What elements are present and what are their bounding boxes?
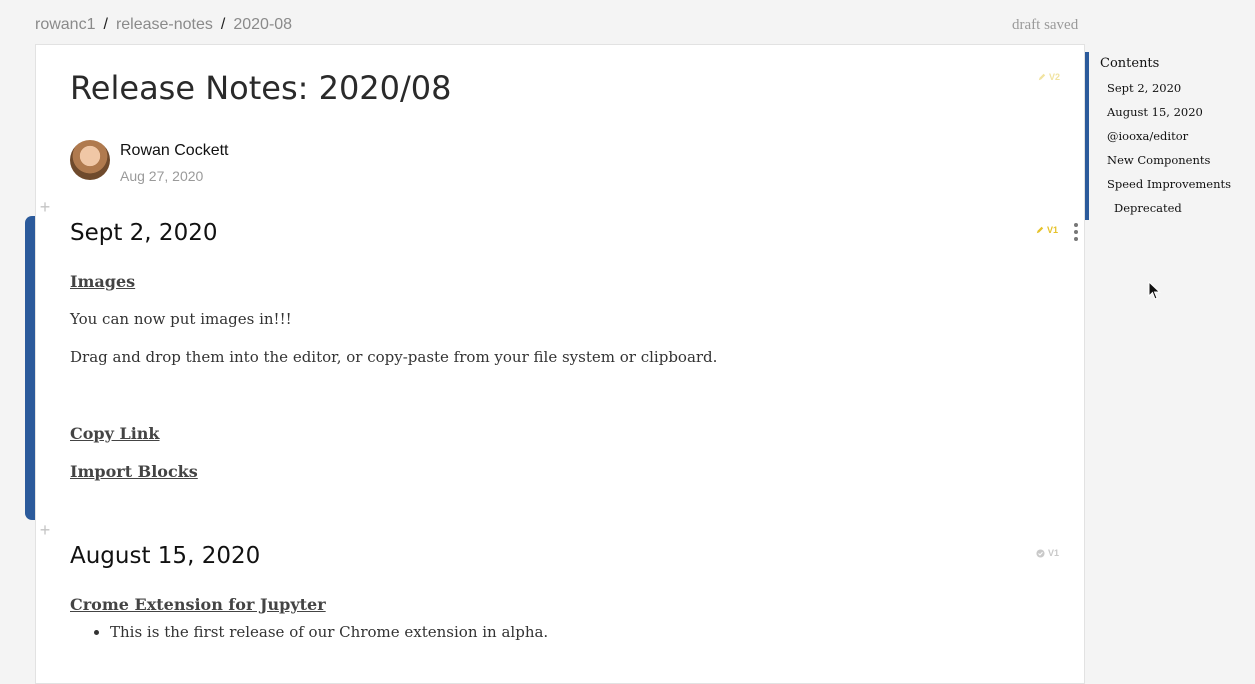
paragraph: Drag and drop them into the editor, or c… [70,348,718,366]
breadcrumb-user[interactable]: rowanc1 [35,16,95,34]
version-label: V1 [1047,225,1059,235]
page-title[interactable]: Release Notes: 2020/08 [70,69,452,107]
toc-title: Contents [1100,56,1160,71]
block-heading: August 15, 2020 [70,543,261,569]
content-block-sept-2[interactable]: Sept 2, 2020 Images You can now put imag… [70,220,1050,510]
check-circle-icon [1036,548,1045,558]
toc-item[interactable]: Deprecated [1114,201,1182,215]
section-link-import-blocks[interactable]: Import Blocks [70,462,198,481]
table-of-contents: Contents Sept 2, 2020 August 15, 2020 @i… [1085,52,1249,220]
section-link-copy-link[interactable]: Copy Link [70,424,160,443]
mouse-cursor-icon [1148,281,1161,300]
block-heading: Sept 2, 2020 [70,220,218,246]
add-block-plus-icon[interactable]: + [38,521,52,539]
content-block-august-15[interactable]: August 15, 2020 Crome Extension for Jupy… [70,543,1050,663]
title-version-badge[interactable]: V2 [1038,72,1060,82]
breadcrumb: rowanc1 / release-notes / 2020-08 [35,16,292,34]
section-link-images[interactable]: Images [70,272,135,291]
breadcrumb-folder[interactable]: release-notes [116,16,213,34]
author-avatar[interactable] [70,140,110,180]
breadcrumb-page[interactable]: 2020-08 [233,16,292,34]
toc-item[interactable]: @iooxa/editor [1107,129,1188,143]
pencil-icon [1036,226,1044,234]
block-version-badge[interactable]: V1 [1036,548,1059,558]
version-label: V1 [1048,548,1060,558]
breadcrumb-separator: / [103,16,108,33]
author-name: Rowan Cockett [120,142,229,159]
add-block-plus-icon[interactable]: + [38,198,52,216]
section-link-chrome-extension[interactable]: Crome Extension for Jupyter [70,595,326,614]
bullet-list: This is the first release of our Chrome … [70,623,548,641]
toc-item[interactable]: Sept 2, 2020 [1107,81,1181,95]
kebab-menu-icon[interactable] [1073,223,1079,241]
author-date: Aug 27, 2020 [120,168,204,184]
block-version-badge[interactable]: V1 [1036,225,1058,235]
breadcrumb-separator: / [220,16,226,33]
pencil-icon [1038,73,1046,81]
list-item: This is the first release of our Chrome … [110,623,548,641]
draft-status: draft saved [1012,17,1079,33]
paragraph: You can now put images in!!! [70,310,292,328]
version-label: V2 [1048,72,1060,82]
toc-item[interactable]: August 15, 2020 [1107,105,1203,119]
toc-item[interactable]: Speed Improvements [1107,177,1231,191]
toc-item[interactable]: New Components [1107,153,1210,167]
